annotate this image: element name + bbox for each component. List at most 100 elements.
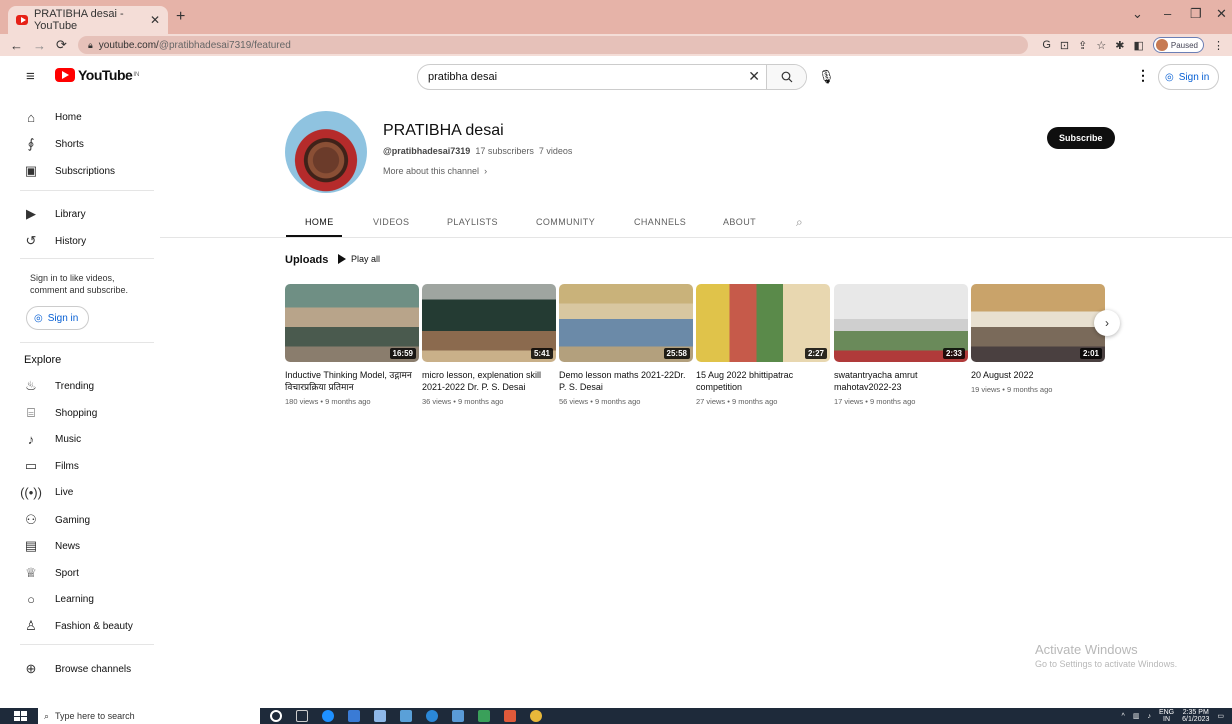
video-card[interactable]: 5:41 micro lesson, explenation skill 202… [422, 284, 556, 406]
video-title[interactable]: 15 Aug 2022 bhittipatrac competition [696, 369, 830, 393]
browser-tab[interactable]: PRATIBHA desai - YouTube ✕ [8, 6, 168, 34]
video-title[interactable]: micro lesson, explenation skill 2021-202… [422, 369, 556, 393]
sidebar-item-gaming[interactable]: ⚇ Gaming [20, 512, 90, 528]
subscribe-button[interactable]: Subscribe [1047, 127, 1115, 149]
sidebar-item-music[interactable]: ♪ Music [20, 432, 81, 447]
library-icon: ▶ [26, 206, 36, 221]
more-about-link[interactable]: More about this channel › [383, 166, 487, 176]
channel-search-icon[interactable]: ⌕ [796, 215, 803, 230]
share-icon[interactable]: ⇪ [1078, 39, 1087, 52]
video-thumbnail[interactable]: 5:41 [422, 284, 556, 362]
search-button[interactable] [766, 65, 806, 89]
reload-icon[interactable]: ⟳ [56, 37, 67, 53]
sidebar-item-learning[interactable]: ○ Learning [20, 592, 94, 607]
video-card[interactable]: 16:59 Inductive Thinking Model, उद्गामन … [285, 284, 419, 406]
taskbar-search[interactable]: ⌕ Type here to search [38, 708, 260, 724]
new-tab-button[interactable]: + [176, 8, 185, 26]
network-icon[interactable]: ▥ [1133, 712, 1140, 720]
sidebar-item-films[interactable]: ▭ Films [20, 458, 79, 474]
youtube-logo[interactable]: YouTube IN [55, 67, 139, 83]
video-card[interactable]: 2:27 15 Aug 2022 bhittipatrac competitio… [696, 284, 830, 406]
sidebar-item-history[interactable]: ↺ History [20, 233, 87, 249]
taskbar-clock[interactable]: 2:35 PM 6/1/2023 [1182, 709, 1209, 723]
home-icon: ⌂ [27, 110, 35, 125]
profile-paused-button[interactable]: Paused [1152, 37, 1204, 53]
tab-channels[interactable]: CHANNELS [634, 217, 686, 227]
clear-search-icon[interactable]: ✕ [748, 68, 760, 85]
sidebar-item-trending[interactable]: ♨ Trending [20, 378, 94, 394]
ie-icon[interactable] [426, 710, 438, 722]
microphone-icon[interactable]: 🎙︎ [818, 69, 835, 85]
store-icon[interactable] [348, 710, 360, 722]
video-card[interactable]: 2:33 swatantryacha amrut mahotav2022-23 … [834, 284, 968, 406]
sidebar-item-shopping[interactable]: ⌸ Shopping [20, 405, 97, 421]
excel-icon[interactable] [478, 710, 490, 722]
video-title[interactable]: Demo lesson maths 2021-22Dr. P. S. Desai [559, 369, 693, 393]
restore-button[interactable]: ❐ [1190, 6, 1202, 22]
google-icon[interactable]: G [1042, 39, 1051, 51]
word-icon[interactable] [452, 710, 464, 722]
video-card[interactable]: 25:58 Demo lesson maths 2021-22Dr. P. S.… [559, 284, 693, 406]
close-tab-icon[interactable]: ✕ [150, 13, 160, 27]
clock-time: 2:35 PM [1182, 709, 1209, 716]
windows-start-icon[interactable] [14, 711, 28, 721]
tab-home[interactable]: HOME [305, 217, 334, 227]
sidebar-item-home[interactable]: ⌂ Home [20, 110, 82, 125]
video-thumbnail[interactable]: 2:33 [834, 284, 968, 362]
video-thumbnail[interactable]: 2:01 [971, 284, 1105, 362]
sidebar-item-subscriptions[interactable]: ▣ Subscriptions [20, 163, 115, 179]
video-thumbnail[interactable]: 25:58 [559, 284, 693, 362]
hamburger-menu-icon[interactable]: ≡ [26, 68, 40, 85]
forward-icon[interactable]: → [33, 38, 46, 53]
video-card[interactable]: 2:01 20 August 2022 19 views • 9 months … [971, 284, 1105, 394]
language-indicator[interactable]: ENG IN [1159, 709, 1174, 723]
task-view-icon[interactable] [296, 710, 308, 722]
edge-icon[interactable] [322, 710, 334, 722]
sidebar-item-browse-channels[interactable]: ⊕ Browse channels [20, 661, 132, 677]
sidebar-item-shorts[interactable]: ∮ Shorts [20, 136, 84, 152]
sidebar-item-library[interactable]: ▶ Library [20, 206, 86, 222]
sidebar-divider [20, 258, 154, 259]
tray-chevron-icon[interactable]: ^ [1122, 713, 1125, 720]
back-icon[interactable]: ← [10, 38, 23, 53]
bag-icon[interactable] [374, 710, 386, 722]
mail-icon[interactable] [400, 710, 412, 722]
video-thumbnail[interactable]: 2:27 [696, 284, 830, 362]
video-title[interactable]: Inductive Thinking Model, उद्गामन विचारप… [285, 369, 419, 393]
browser-tab-bar: PRATIBHA desai - YouTube ✕ + ⌄ – ❐ ✕ [0, 0, 1232, 34]
extensions-puzzle-icon[interactable]: ✱ [1115, 39, 1124, 52]
channel-avatar[interactable] [285, 111, 367, 193]
sidebar-item-news[interactable]: ▤ News [20, 538, 80, 554]
bookmark-star-icon[interactable]: ☆ [1096, 39, 1106, 52]
notification-icon[interactable]: ▭ [1217, 712, 1224, 720]
play-all-button[interactable]: Play all [338, 254, 380, 264]
tab-about[interactable]: ABOUT [723, 217, 756, 227]
tab-community[interactable]: COMMUNITY [536, 217, 595, 227]
settings-kebab-icon[interactable]: ⋮ [1136, 67, 1150, 84]
more-about-label: More about this channel [383, 166, 480, 176]
side-panel-icon[interactable]: ◧ [1133, 39, 1143, 52]
uploads-heading[interactable]: Uploads [285, 254, 328, 266]
tab-search-chevron-icon[interactable]: ⌄ [1132, 6, 1143, 22]
volume-icon[interactable]: ♪ [1147, 713, 1151, 720]
url-field[interactable]: 🔒︎ youtube.com/@pratibhadesai7319/featur… [78, 36, 1028, 54]
next-arrow-button[interactable]: › [1094, 310, 1120, 336]
sidebar-sign-in-button[interactable]: ◎ Sign in [26, 306, 90, 330]
video-thumbnail[interactable]: 16:59 [285, 284, 419, 362]
video-title[interactable]: swatantryacha amrut mahotav2022-23 [834, 369, 968, 393]
tab-playlists[interactable]: PLAYLISTS [447, 217, 498, 227]
sidebar-item-live[interactable]: ((•)) Live [20, 485, 73, 500]
tab-videos[interactable]: VIDEOS [373, 217, 409, 227]
browser-menu-icon[interactable]: ⋮ [1213, 39, 1224, 52]
install-icon[interactable]: ⊡ [1060, 39, 1069, 52]
video-title[interactable]: 20 August 2022 [971, 369, 1105, 381]
close-window-button[interactable]: ✕ [1216, 6, 1227, 22]
powerpoint-icon[interactable] [504, 710, 516, 722]
minimize-button[interactable]: – [1164, 6, 1171, 21]
chrome-icon[interactable] [530, 710, 542, 722]
sidebar-item-sport[interactable]: ♕ Sport [20, 565, 79, 581]
sidebar-item-fashion[interactable]: ♙ Fashion & beauty [20, 618, 133, 634]
sign-in-button[interactable]: ◎ Sign in [1158, 64, 1220, 90]
search-input[interactable] [418, 71, 738, 83]
cortana-icon[interactable] [270, 710, 282, 722]
